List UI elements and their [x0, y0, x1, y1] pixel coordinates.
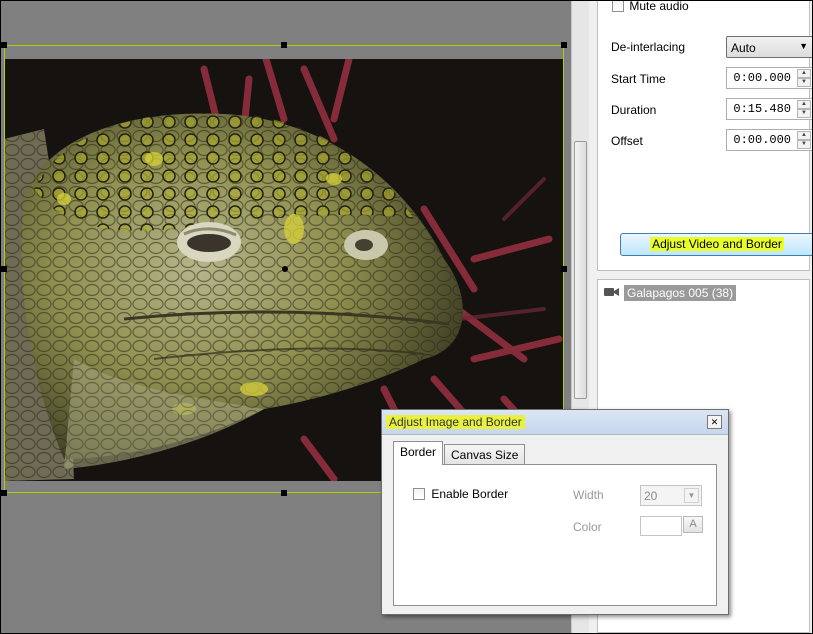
mute-audio-label: Mute audio — [629, 0, 689, 13]
duration-input[interactable]: 0:15.480 ▲ ▼ — [726, 98, 813, 120]
start-time-value: 0:00.000 — [733, 71, 791, 85]
width-label: Width — [573, 488, 604, 502]
color-label: Color — [573, 520, 602, 534]
duration-stepper[interactable]: ▲ ▼ — [797, 100, 811, 118]
resize-handle-bottom-left[interactable] — [1, 490, 7, 496]
clip-properties-panel: Mute audio De-interlacing Auto ▼ Start T… — [597, 0, 813, 271]
color-picker-button[interactable]: A — [683, 516, 703, 533]
start-time-input[interactable]: 0:00.000 ▲ ▼ — [726, 67, 813, 89]
offset-label: Offset — [611, 134, 643, 148]
enable-border-label: Enable Border — [431, 486, 509, 501]
chevron-down-icon[interactable]: ▼ — [684, 488, 699, 503]
spin-down-icon[interactable]: ▼ — [797, 140, 811, 149]
media-item-label: Galapagos 005 (38) — [624, 285, 737, 301]
tab-canvas-size[interactable]: Canvas Size — [444, 444, 526, 466]
video-camera-icon — [604, 288, 619, 296]
dialog-title: Adjust Image and Border — [386, 415, 525, 429]
border-width-value: 20 — [644, 489, 658, 503]
mute-audio-checkbox[interactable] — [612, 0, 624, 12]
tab-canvas-size-label: Canvas Size — [451, 448, 519, 462]
spin-down-icon[interactable]: ▼ — [797, 78, 811, 87]
color-picker-glyph: A — [689, 518, 697, 530]
adjust-image-border-dialog: Adjust Image and Border ✕ Border Canvas … — [381, 409, 729, 615]
enable-border-checkbox-row[interactable]: Enable Border — [413, 486, 508, 501]
tab-border[interactable]: Border — [393, 441, 444, 465]
offset-value: 0:00.000 — [733, 133, 791, 147]
border-color-swatch[interactable] — [640, 516, 682, 536]
resize-handle-top-left[interactable] — [1, 42, 7, 48]
dialog-title-bar[interactable]: Adjust Image and Border ✕ — [382, 410, 728, 435]
mute-audio-row[interactable]: Mute audio — [612, 0, 689, 14]
enable-border-checkbox[interactable] — [413, 487, 425, 500]
resize-handle-left[interactable] — [1, 266, 7, 272]
deinterlacing-dropdown[interactable]: Auto ▼ — [726, 36, 813, 58]
deinterlacing-label: De-interlacing — [611, 40, 686, 54]
scrollbar-thumb[interactable] — [574, 141, 587, 399]
tab-border-label: Border — [400, 445, 437, 459]
rotation-center-handle[interactable] — [282, 266, 288, 272]
duration-value: 0:15.480 — [733, 102, 791, 116]
offset-input[interactable]: 0:00.000 ▲ ▼ — [726, 129, 813, 151]
close-icon[interactable]: ✕ — [707, 415, 722, 429]
resize-handle-bottom[interactable] — [281, 490, 287, 496]
start-time-stepper[interactable]: ▲ ▼ — [797, 69, 811, 87]
duration-label: Duration — [611, 103, 657, 117]
border-width-combo[interactable]: 20 ▼ — [640, 485, 702, 506]
spin-up-icon[interactable]: ▲ — [797, 100, 811, 109]
spin-up-icon[interactable]: ▲ — [797, 69, 811, 78]
spin-down-icon[interactable]: ▼ — [797, 109, 811, 118]
chevron-down-icon: ▼ — [799, 41, 808, 51]
adjust-video-and-border-label: Adjust Video and Border — [650, 237, 784, 251]
spin-up-icon[interactable]: ▲ — [797, 131, 811, 140]
start-time-label: Start Time — [611, 72, 666, 86]
offset-stepper[interactable]: ▲ ▼ — [797, 131, 811, 149]
resize-handle-top-right[interactable] — [561, 42, 567, 48]
resize-handle-right[interactable] — [561, 266, 567, 272]
deinterlacing-value: Auto — [731, 41, 756, 55]
resize-handle-top[interactable] — [281, 42, 287, 48]
adjust-video-and-border-button[interactable]: Adjust Video and Border — [620, 233, 813, 256]
